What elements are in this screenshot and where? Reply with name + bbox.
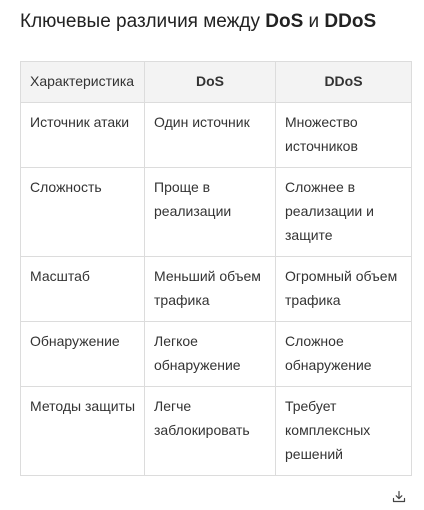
- title-ddos: DDoS: [324, 11, 377, 32]
- table-cell-characteristic: Источник атаки: [20, 102, 145, 168]
- table-cell-characteristic: Методы защиты: [20, 386, 145, 476]
- table-header-row: Характеристика DoS DDoS: [20, 61, 412, 103]
- download-icon[interactable]: [392, 490, 406, 504]
- table-cell-ddos: Сложнее в реализации и защите: [275, 167, 412, 257]
- header-dos: DoS: [144, 61, 276, 103]
- page-title: Ключевые различия между DoS и DDoS: [20, 8, 376, 36]
- header-ddos: DDoS: [275, 61, 412, 103]
- table-cell-dos: Проще в реализации: [144, 167, 276, 257]
- table-row: Методы защиты Легче заблокировать Требуе…: [20, 386, 412, 476]
- table-header: Характеристика DoS DDoS: [20, 61, 412, 103]
- table-cell-ddos: Сложное обнаружение: [275, 321, 412, 387]
- table-row: Сложность Проще в реализации Сложнее в р…: [20, 167, 412, 257]
- title-dos: DoS: [265, 11, 304, 32]
- table-cell-characteristic: Обнаружение: [20, 321, 145, 387]
- table-row: Масштаб Меньший объем трафика Огромный о…: [20, 256, 412, 322]
- table-row: Источник атаки Один источник Множество и…: [20, 102, 412, 168]
- table-cell-ddos: Огромный объем трафика: [275, 256, 412, 322]
- table-cell-dos: Один источник: [144, 102, 276, 168]
- table-cell-dos: Легкое обнаружение: [144, 321, 276, 387]
- table-row: Обнаружение Легкое обнаружение Сложное о…: [20, 321, 412, 387]
- table-cell-ddos: Требует комплексных решений: [275, 386, 412, 476]
- table-cell-dos: Меньший объем трафика: [144, 256, 276, 322]
- header-characteristic: Характеристика: [20, 61, 145, 103]
- comparison-table: Характеристика DoS DDoS Источник атаки О…: [20, 61, 412, 476]
- table-cell-ddos: Множество источников: [275, 102, 412, 168]
- table-body: Источник атаки Один источник Множество и…: [20, 102, 412, 476]
- title-middle: и: [303, 11, 325, 32]
- table-cell-characteristic: Сложность: [20, 167, 145, 257]
- title-prefix: Ключевые различия между: [20, 11, 266, 32]
- table-cell-characteristic: Масштаб: [20, 256, 145, 322]
- comparison-table-container: Характеристика DoS DDoS Источник атаки О…: [20, 61, 412, 476]
- table-cell-dos: Легче заблокировать: [144, 386, 276, 476]
